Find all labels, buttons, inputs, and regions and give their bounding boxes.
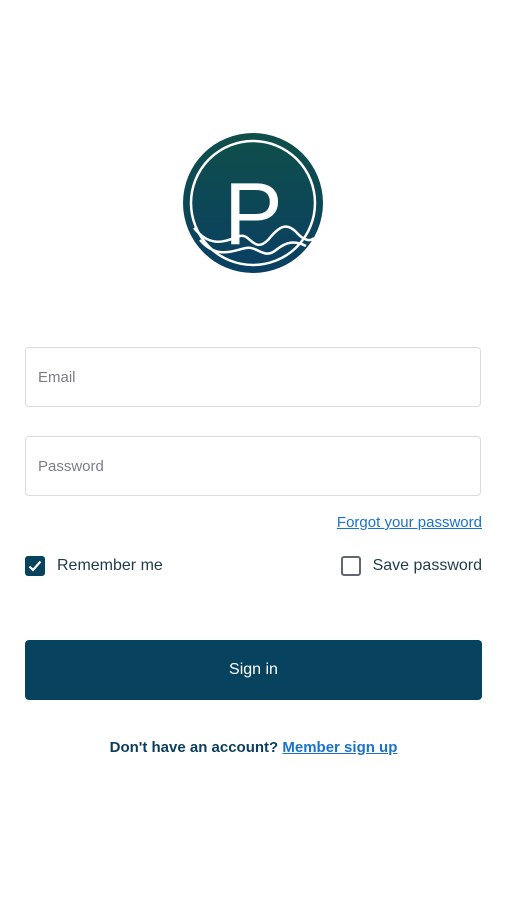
app-logo: P [183, 133, 323, 273]
sign-in-button[interactable]: Sign in [25, 640, 482, 700]
member-signup-link[interactable]: Member sign up [282, 739, 397, 756]
forgot-password-link[interactable]: Forgot your password [337, 514, 482, 531]
remember-me-label: Remember me [57, 557, 163, 574]
signup-prompt-text: Don't have an account? [109, 739, 279, 756]
email-input[interactable] [26, 348, 480, 406]
save-password-checkbox[interactable]: Save password [340, 556, 482, 576]
checkbox-checked-icon[interactable] [25, 556, 45, 576]
password-field[interactable] [25, 436, 481, 496]
email-field[interactable] [25, 347, 481, 407]
save-password-label: Save password [372, 557, 482, 574]
signup-prompt: Don't have an account? Member sign up [0, 739, 507, 756]
password-input[interactable] [26, 437, 480, 495]
checkbox-unchecked-icon[interactable] [340, 556, 361, 576]
remember-me-checkbox[interactable]: Remember me [25, 556, 163, 576]
